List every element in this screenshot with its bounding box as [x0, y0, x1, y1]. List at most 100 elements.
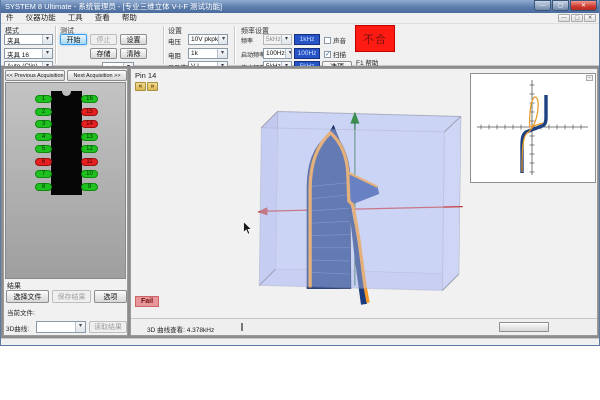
window-controls: — ▢ ✕ — [534, 0, 597, 11]
dropdown-arrow-icon: ▾ — [285, 49, 292, 58]
start-freq-display: 100Hz — [294, 48, 320, 59]
mdi-close-icon[interactable]: ✕ — [584, 14, 596, 22]
menu-help[interactable]: 帮助 — [117, 13, 142, 23]
dropdown-arrow-icon: ▾ — [42, 49, 52, 58]
menu-instrument[interactable]: 仪器功能 — [21, 13, 61, 23]
prev-pin-icon[interactable]: « — [135, 82, 146, 91]
clear-button[interactable]: 清除 — [120, 48, 147, 59]
dropdown-arrow-icon: ▾ — [281, 35, 291, 44]
fixture-select[interactable]: 夹具 ▾ — [4, 34, 53, 45]
next-pin-icon[interactable]: » — [147, 82, 158, 91]
resistance-label: 电阻 — [168, 50, 181, 60]
previous-acquisition-button[interactable]: << Previous Acquisition — [5, 70, 65, 81]
frequency-slider-thumb[interactable] — [241, 323, 243, 331]
toolbar-separator — [163, 26, 164, 64]
titlebar: SYSTEM 8 Ultimate - 系统管理员 - [专业三维立体 V-I-… — [1, 0, 599, 13]
cube-right-face — [442, 117, 460, 291]
chip-pin-13: 13 — [81, 133, 98, 141]
chip-pin-10: 10 — [81, 170, 98, 178]
chip-pin-8: 8 — [35, 183, 52, 191]
menu-tools[interactable]: 工具 — [63, 13, 88, 23]
curve-view-panel: Pin 14 « » — [130, 68, 598, 336]
timeline-scroll-button[interactable] — [499, 322, 549, 332]
chip-pin-16: 16 — [81, 95, 98, 103]
freq-select[interactable]: 5kHz ▾ — [263, 34, 292, 45]
minimize-icon[interactable]: — — [534, 0, 551, 11]
app-window: SYSTEM 8 Ultimate - 系统管理员 - [专业三维立体 V-I-… — [0, 0, 600, 346]
sound-checkbox[interactable]: 声音 — [324, 35, 346, 45]
dropdown-arrow-icon: ▾ — [218, 35, 228, 44]
toolbar-separator — [234, 26, 235, 64]
vi-inset-plot: − — [470, 73, 596, 183]
setup-button[interactable]: 设置 — [120, 34, 147, 45]
vi-inset-canvas — [471, 74, 595, 182]
curve-select-label: 3D曲线: — [6, 323, 29, 333]
3d-curve-scene[interactable] — [249, 85, 473, 319]
chip-pin-5: 5 — [35, 145, 52, 153]
select-file-button[interactable]: 选择文件 — [6, 290, 49, 303]
cube-front-face — [259, 128, 444, 291]
maximize-icon[interactable]: ▢ — [552, 0, 569, 11]
stop-button[interactable]: 停止 — [90, 34, 117, 45]
chip-pin-7: 7 — [35, 170, 52, 178]
save-results-button[interactable]: 保存结果 — [52, 290, 91, 303]
fail-badge: Fail — [135, 296, 159, 307]
voltage-select[interactable]: 10V pkpk ▾ — [188, 34, 228, 45]
dropdown-arrow-icon: ▾ — [75, 322, 85, 332]
current-file-label: 当前文件: — [7, 307, 35, 317]
acquisition-panel: << Previous Acquisition Next Acquisition… — [3, 68, 128, 336]
toolbar: 模式 夹具 ▾ 夹具 16 ▾ Auto (Clip) ▾ 测试 开始 停止 设… — [1, 24, 599, 66]
store-button[interactable]: 存储 — [90, 48, 117, 59]
close-icon[interactable]: ✕ — [570, 0, 597, 11]
chip-pin-1: 1 — [35, 95, 52, 103]
mdi-minimize-icon[interactable]: — — [558, 14, 570, 22]
screen: SYSTEM 8 Ultimate - 系统管理员 - [专业三维立体 V-I-… — [0, 0, 600, 400]
chip-diagram: 1 2 3 4 5 6 7 8 16 15 14 13 12 11 10 9 — [5, 82, 126, 279]
start-button[interactable]: 开始 — [60, 34, 87, 45]
chip-pin-14: 14 — [81, 120, 98, 128]
menu-file[interactable]: 件 — [1, 13, 19, 23]
menu-view[interactable]: 查看 — [90, 13, 115, 23]
inset-collapse-icon[interactable]: − — [586, 75, 593, 81]
start-freq-label: 启动频率 — [241, 50, 265, 59]
resistance-select[interactable]: 1k ▾ — [188, 48, 228, 59]
mouse-cursor — [243, 221, 253, 236]
window-title: SYSTEM 8 Ultimate - 系统管理员 - [专业三维立体 V-I-… — [5, 2, 222, 11]
menubar: 件 仪器功能 工具 查看 帮助 — ▢ ✕ — [1, 13, 599, 24]
chip-body — [51, 91, 82, 195]
current-pin-label: Pin 14 — [135, 71, 156, 80]
chip-pin-4: 4 — [35, 133, 52, 141]
mdi-area: << Previous Acquisition Next Acquisition… — [1, 66, 599, 338]
pass-fail-indicator: 不合 — [355, 25, 395, 52]
chip-pin-15: 15 — [81, 108, 98, 116]
chip-pin-6: 6 — [35, 158, 52, 166]
scan-checkbox[interactable]: ✓ 扫描 — [324, 49, 346, 59]
toolbar-separator — [55, 26, 56, 64]
curve-frequency-value: 4.378kHz — [187, 327, 214, 334]
chip-pin-2: 2 — [35, 108, 52, 116]
chip-pin-12: 12 — [81, 145, 98, 153]
mdi-window-controls: — ▢ ✕ — [558, 14, 596, 22]
read-results-button[interactable]: 读取结果 — [89, 321, 127, 333]
chip-pin-11: 11 — [81, 158, 98, 166]
next-acquisition-button[interactable]: Next Acquisition >> — [67, 70, 127, 81]
dropdown-arrow-icon: ▾ — [42, 35, 52, 44]
chip-pin-9: 9 — [81, 183, 98, 191]
results-options-button[interactable]: 选项 — [94, 290, 127, 303]
curve-status-bar: 3D 曲线查看: 4.378kHz — [131, 318, 597, 335]
inset-curve-orange — [522, 97, 543, 172]
curve-select[interactable]: ▾ — [36, 321, 86, 333]
freq-label: 频率 — [241, 36, 253, 45]
fixture-size-select[interactable]: 夹具 16 ▾ — [4, 48, 53, 59]
checkbox-check-icon: ✓ — [324, 51, 331, 58]
curve-status-text: 3D 曲线查看: 4.378kHz — [147, 324, 214, 334]
checkbox-box — [324, 37, 331, 44]
dropdown-arrow-icon: ▾ — [217, 49, 227, 58]
start-freq-select[interactable]: 100Hz ▾ — [263, 48, 292, 59]
voltage-label: 电压 — [168, 36, 181, 46]
mdi-restore-icon[interactable]: ▢ — [571, 14, 583, 22]
settings-group-label: 设置 — [168, 26, 182, 36]
window-bottom-frame — [1, 338, 599, 345]
freq-display: 1kHz — [294, 34, 320, 45]
chip-pin-3: 3 — [35, 120, 52, 128]
